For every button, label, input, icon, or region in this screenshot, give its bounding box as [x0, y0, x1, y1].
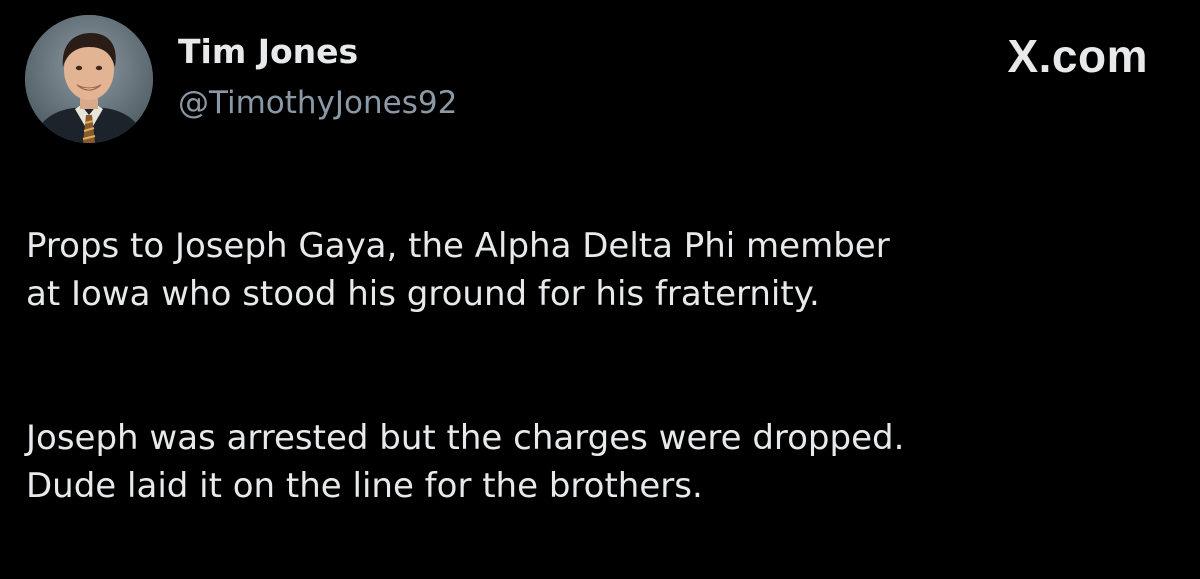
- tweet-card: Tim Jones @TimothyJones92 X.com Props to…: [0, 0, 1200, 579]
- tweet-paragraph: Props to Joseph Gaya, the Alpha Delta Ph…: [26, 226, 890, 314]
- user-handle[interactable]: @TimothyJones92: [178, 82, 457, 124]
- display-name[interactable]: Tim Jones: [178, 30, 358, 74]
- tweet-paragraph: Joseph was arrested but the charges were…: [26, 418, 905, 506]
- avatar-photo: [25, 15, 153, 143]
- x-logo-watermark: X.com: [1007, 30, 1148, 82]
- avatar[interactable]: [25, 15, 153, 143]
- tweet-text: Props to Joseph Gaya, the Alpha Delta Ph…: [26, 222, 1176, 510]
